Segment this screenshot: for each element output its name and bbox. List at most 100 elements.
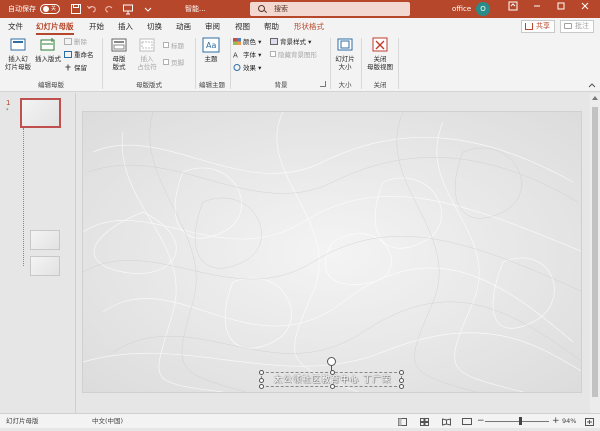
undo-icon[interactable]	[86, 3, 98, 15]
avatar[interactable]: O	[476, 2, 490, 16]
scroll-up-icon[interactable]	[592, 96, 598, 100]
resize-handle[interactable]	[259, 384, 264, 389]
themes-label: 主题	[204, 55, 218, 63]
preserve-button[interactable]: 保留	[64, 64, 87, 74]
zoom-in-icon[interactable]: +	[552, 414, 560, 428]
zoom-level[interactable]: 94%	[562, 414, 576, 428]
resize-handle[interactable]	[330, 370, 335, 375]
tab-help[interactable]: 帮助	[264, 18, 279, 35]
tab-file[interactable]: 文件	[8, 18, 23, 35]
comments-button[interactable]: 批注	[560, 20, 594, 33]
tab-slide-master[interactable]: 幻灯片母版	[36, 18, 74, 35]
minimize-icon[interactable]	[526, 0, 548, 18]
language[interactable]: 中文(中国)	[92, 414, 123, 428]
resize-handle[interactable]	[399, 378, 404, 383]
title-bar: 自动保存 关 智能... 搜索 office O	[0, 0, 600, 18]
tab-transitions[interactable]: 切换	[147, 18, 162, 35]
tab-review[interactable]: 审阅	[205, 18, 220, 35]
rename-label: 重命名	[74, 51, 94, 59]
rename-button[interactable]: 重命名	[64, 51, 94, 61]
share-button[interactable]: 共享	[521, 20, 555, 33]
rotate-handle[interactable]	[327, 357, 336, 366]
resize-handle[interactable]	[259, 370, 264, 375]
layout-thumbnail[interactable]	[30, 256, 60, 276]
redo-icon[interactable]	[103, 3, 115, 15]
title-checkbox[interactable]: 标题	[163, 42, 184, 52]
slide-sorter-icon[interactable]	[420, 417, 429, 426]
fit-to-window-icon[interactable]	[585, 417, 594, 426]
insert-layout-button[interactable]: 插入版式	[34, 37, 62, 63]
background-texture	[83, 112, 581, 392]
vertical-scrollbar[interactable]	[590, 93, 600, 413]
slide-star-icon: *	[6, 108, 9, 114]
title-checkbox-label: 标题	[171, 42, 184, 50]
group-label-master-layout: 母版版式	[136, 81, 162, 89]
ribbon: 插入幻 灯片母版 插入版式 删除 重命名 保留 编辑母版 母版 版式 插入 占位…	[0, 35, 600, 92]
account-name[interactable]: office	[452, 0, 471, 18]
zoom-out-icon[interactable]: −	[477, 414, 485, 428]
group-label-edit-theme: 编辑主题	[199, 81, 225, 89]
background-launcher-icon[interactable]	[320, 81, 326, 87]
close-icon[interactable]	[574, 0, 596, 18]
svg-text:A: A	[233, 52, 238, 59]
search-icon	[258, 5, 265, 12]
hide-background-checkbox[interactable]: 隐藏背景图形	[270, 51, 317, 61]
share-icon	[525, 23, 533, 30]
close-master-view-button[interactable]: 关闭 母版视图	[364, 37, 396, 71]
share-label: 共享	[536, 22, 550, 30]
customize-qat-icon[interactable]	[142, 3, 154, 15]
resize-handle[interactable]	[259, 378, 264, 383]
fonts-icon: A	[233, 51, 241, 60]
scrollbar-thumb[interactable]	[592, 107, 598, 397]
effects-icon	[233, 64, 241, 71]
footer-checkbox[interactable]: 页脚	[163, 59, 184, 69]
tab-animations[interactable]: 动画	[176, 18, 191, 35]
fonts-label: 字体	[243, 51, 256, 59]
tab-insert[interactable]: 插入	[118, 18, 133, 35]
ribbon-display-icon[interactable]	[502, 0, 524, 18]
master-layout-button[interactable]: 母版 版式	[106, 37, 132, 71]
normal-view-icon[interactable]	[398, 417, 407, 426]
themes-button[interactable]: Aa 主题	[199, 37, 223, 63]
slide-master[interactable]: 太公领社区教育中心 丁广荣	[82, 111, 582, 393]
insert-slide-master-button[interactable]: 插入幻 灯片母版	[3, 37, 33, 71]
group-separator	[230, 38, 231, 89]
tab-shape-format[interactable]: 形状格式	[294, 18, 324, 35]
slide-size-button[interactable]: 幻灯片 大小	[332, 37, 358, 71]
search-placeholder: 搜索	[274, 5, 288, 13]
layout-thumbnail[interactable]	[30, 230, 60, 250]
slide-canvas: 太公领社区教育中心 丁广荣	[77, 93, 590, 413]
resize-handle[interactable]	[399, 370, 404, 375]
zoom-slider-thumb[interactable]	[519, 417, 523, 425]
autosave-toggle[interactable]: 关	[40, 4, 60, 14]
slide-size-label: 幻灯片 大小	[335, 55, 355, 71]
tab-view[interactable]: 视图	[235, 18, 250, 35]
tab-home[interactable]: 开始	[89, 18, 104, 35]
colors-button[interactable]: 颜色 ▾	[233, 38, 261, 48]
search-box[interactable]: 搜索	[250, 2, 410, 16]
collapse-ribbon-icon[interactable]	[588, 81, 596, 89]
pin-icon	[64, 64, 72, 71]
group-separator	[102, 38, 103, 89]
save-icon[interactable]	[70, 3, 82, 15]
background-styles-button[interactable]: 背景样式 ▾	[270, 38, 311, 48]
presentation-icon[interactable]	[122, 3, 134, 15]
resize-handle[interactable]	[330, 384, 335, 389]
slideshow-icon[interactable]	[462, 417, 472, 425]
reading-view-icon[interactable]	[442, 417, 451, 426]
delete-button[interactable]: 删除	[64, 38, 87, 48]
fonts-button[interactable]: A 字体 ▾	[233, 51, 261, 61]
insert-placeholder-button[interactable]: 插入 占位符	[134, 37, 160, 71]
slide-number: 1	[6, 99, 11, 107]
close-master-view-label: 关闭 母版视图	[367, 55, 393, 71]
resize-handle[interactable]	[399, 384, 404, 389]
footer-placeholder[interactable]: 太公领社区教育中心 丁广荣	[259, 370, 404, 389]
zoom-slider[interactable]	[485, 421, 549, 422]
slide-master-thumbnail[interactable]	[20, 98, 61, 128]
effects-button[interactable]: 效果 ▾	[233, 64, 261, 74]
maximize-icon[interactable]	[550, 0, 572, 18]
group-separator	[398, 38, 399, 89]
autosave-state: 关	[51, 6, 57, 12]
master-layout-label: 母版 版式	[112, 55, 126, 71]
group-label-background: 背景	[274, 81, 288, 89]
